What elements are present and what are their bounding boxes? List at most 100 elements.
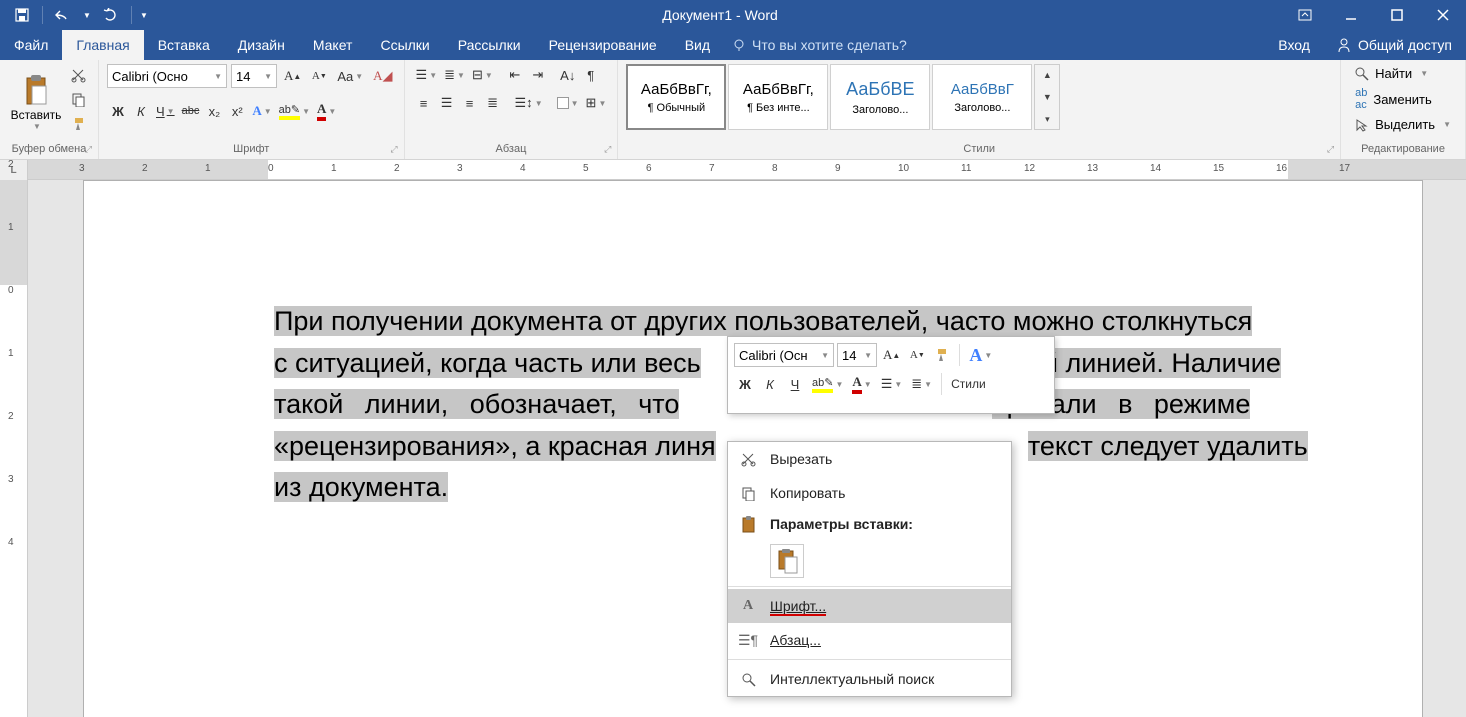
underline-button[interactable]: Ч▼ xyxy=(153,100,178,122)
tab-review[interactable]: Рецензирование xyxy=(535,30,671,60)
close-button[interactable] xyxy=(1420,0,1466,30)
undo-dropdown[interactable]: ▼ xyxy=(81,3,93,27)
minimize-button[interactable] xyxy=(1328,0,1374,30)
highlight-button[interactable]: ab✎▼ xyxy=(276,100,313,122)
copy-button[interactable] xyxy=(66,88,90,110)
decrease-indent-button[interactable]: ⇤ xyxy=(504,64,526,86)
style-heading2[interactable]: АаБбВвГ Заголово... xyxy=(932,64,1032,130)
styles-launcher[interactable]: ⤢ xyxy=(1327,144,1334,155)
align-center-button[interactable]: ☰ xyxy=(436,92,458,114)
cm-paragraph[interactable]: ☰¶ Абзац... xyxy=(728,623,1011,657)
italic-button[interactable]: К xyxy=(130,100,152,122)
mt-underline-button[interactable]: Ч xyxy=(784,373,806,395)
style-heading1[interactable]: АаБбВE Заголово... xyxy=(830,64,930,130)
format-painter-button[interactable] xyxy=(66,112,90,134)
bulb-icon xyxy=(732,38,746,52)
align-right-button[interactable]: ≡ xyxy=(459,92,481,114)
ruler-corner[interactable]: L xyxy=(0,160,28,180)
cm-copy[interactable]: Копировать xyxy=(728,476,1011,510)
tab-file[interactable]: Файл xyxy=(0,30,62,60)
grow-font-button[interactable]: A▲ xyxy=(281,65,304,87)
bullets-button[interactable]: ☰▼ xyxy=(413,64,441,86)
shading-button[interactable]: ▼ xyxy=(554,92,582,114)
numbering-button[interactable]: ≣▼ xyxy=(441,64,468,86)
style-nospacing[interactable]: АаБбВвГг, ¶ Без инте... xyxy=(728,64,828,130)
mt-painter-button[interactable] xyxy=(931,344,953,366)
tab-references[interactable]: Ссылки xyxy=(366,30,443,60)
cm-smart-lookup[interactable]: Интеллектуальный поиск xyxy=(728,662,1011,696)
clipboard-launcher[interactable]: ⤢ xyxy=(85,144,92,155)
vertical-ruler[interactable]: 2101234 xyxy=(0,180,28,717)
brush-icon xyxy=(71,116,86,131)
mt-size-combo[interactable]: 14▼ xyxy=(837,343,877,367)
paste-button[interactable]: Вставить ▼ xyxy=(8,64,64,140)
mt-grow-button[interactable]: A▲ xyxy=(880,344,903,366)
mt-bold-button[interactable]: Ж xyxy=(734,373,756,395)
justify-button[interactable]: ≣ xyxy=(482,92,504,114)
styles-down-button[interactable]: ▼ xyxy=(1035,87,1059,107)
tab-mailings[interactable]: Рассылки xyxy=(444,30,535,60)
redo-button[interactable] xyxy=(97,3,125,27)
font-color-button[interactable]: A▼ xyxy=(314,100,339,122)
style-normal[interactable]: АаБбВвГг, ¶ Обычный xyxy=(626,64,726,130)
superscript-button[interactable]: x² xyxy=(226,100,248,122)
ribbon-tabs: Файл Главная Вставка Дизайн Макет Ссылки… xyxy=(0,30,1466,60)
bold-button[interactable]: Ж xyxy=(107,100,129,122)
shrink-font-button[interactable]: A▼ xyxy=(308,65,330,87)
sort-button[interactable]: A↓ xyxy=(557,64,579,86)
tab-insert[interactable]: Вставка xyxy=(144,30,224,60)
paragraph-launcher[interactable]: ⤢ xyxy=(604,144,611,155)
text-effects-button[interactable]: A▼ xyxy=(249,100,274,122)
tab-view[interactable]: Вид xyxy=(671,30,724,60)
undo-button[interactable] xyxy=(49,3,77,27)
mt-highlight-button[interactable]: ab✎▼ xyxy=(809,373,846,395)
share-label: Общий доступ xyxy=(1358,37,1452,53)
mt-styles-button[interactable]: Стили xyxy=(948,373,989,395)
increase-indent-button[interactable]: ⇥ xyxy=(527,64,549,86)
tell-me[interactable]: Что вы хотите сделать? xyxy=(732,37,907,53)
horizontal-ruler[interactable]: 32101234567891011121314151617 xyxy=(28,160,1466,180)
save-button[interactable] xyxy=(8,3,36,27)
strike-button[interactable]: abc xyxy=(179,100,203,122)
cm-font[interactable]: A Шрифт... xyxy=(728,589,1011,623)
mt-italic-button[interactable]: К xyxy=(759,373,781,395)
subscript-button[interactable]: x₂ xyxy=(203,100,225,122)
tab-home[interactable]: Главная xyxy=(62,30,143,60)
replace-button[interactable]: abac Заменить xyxy=(1349,85,1457,113)
line-spacing-button[interactable]: ☰↕▼ xyxy=(512,92,546,114)
tab-layout[interactable]: Макет xyxy=(299,30,367,60)
copy-icon xyxy=(738,486,758,501)
multilevel-button[interactable]: ⊟▼ xyxy=(469,64,496,86)
styles-gallery[interactable]: АаБбВвГг, ¶ Обычный АаБбВвГг, ¶ Без инте… xyxy=(626,64,1060,130)
clear-format-button[interactable]: A◢ xyxy=(370,65,395,87)
share-button[interactable]: Общий доступ xyxy=(1322,30,1466,60)
cut-button[interactable] xyxy=(66,64,90,86)
mt-numbering-button[interactable]: ≣▼ xyxy=(908,373,935,395)
tell-me-label: Что вы хотите сделать? xyxy=(752,37,907,53)
mt-effects-button[interactable]: A▼ xyxy=(966,344,995,366)
font-size-combo[interactable]: 14▼ xyxy=(231,64,277,88)
cm-paste-keep-button[interactable] xyxy=(770,544,804,578)
find-button[interactable]: Найти▼ xyxy=(1349,64,1457,83)
paragraph-label: Абзац xyxy=(413,141,610,157)
ribbon-display-button[interactable] xyxy=(1282,0,1328,30)
styles-more-button[interactable]: ▾ xyxy=(1035,109,1059,129)
mt-shrink-button[interactable]: A▼ xyxy=(906,344,928,366)
styles-up-button[interactable]: ▲ xyxy=(1035,65,1059,85)
mt-bullets-button[interactable]: ☰▼ xyxy=(878,373,906,395)
show-marks-button[interactable]: ¶ xyxy=(580,64,602,86)
mt-font-combo[interactable]: Calibri (Осн▼ xyxy=(734,343,834,367)
mt-fontcolor-button[interactable]: A▼ xyxy=(849,373,874,395)
qat-customize[interactable]: ▼ xyxy=(138,3,150,27)
font-launcher[interactable]: ⤢ xyxy=(390,144,397,155)
cm-cut[interactable]: Вырезать xyxy=(728,442,1011,476)
maximize-button[interactable] xyxy=(1374,0,1420,30)
font-name-combo[interactable]: Calibri (Осно▼ xyxy=(107,64,227,88)
align-left-button[interactable]: ≡ xyxy=(413,92,435,114)
select-button[interactable]: Выделить▼ xyxy=(1349,115,1457,134)
paragraph-icon: ☰¶ xyxy=(738,632,758,649)
signin-button[interactable]: Вход xyxy=(1266,30,1322,60)
change-case-button[interactable]: Aa▼ xyxy=(334,65,366,87)
borders-button[interactable]: ⊞▼ xyxy=(583,92,610,114)
tab-design[interactable]: Дизайн xyxy=(224,30,299,60)
